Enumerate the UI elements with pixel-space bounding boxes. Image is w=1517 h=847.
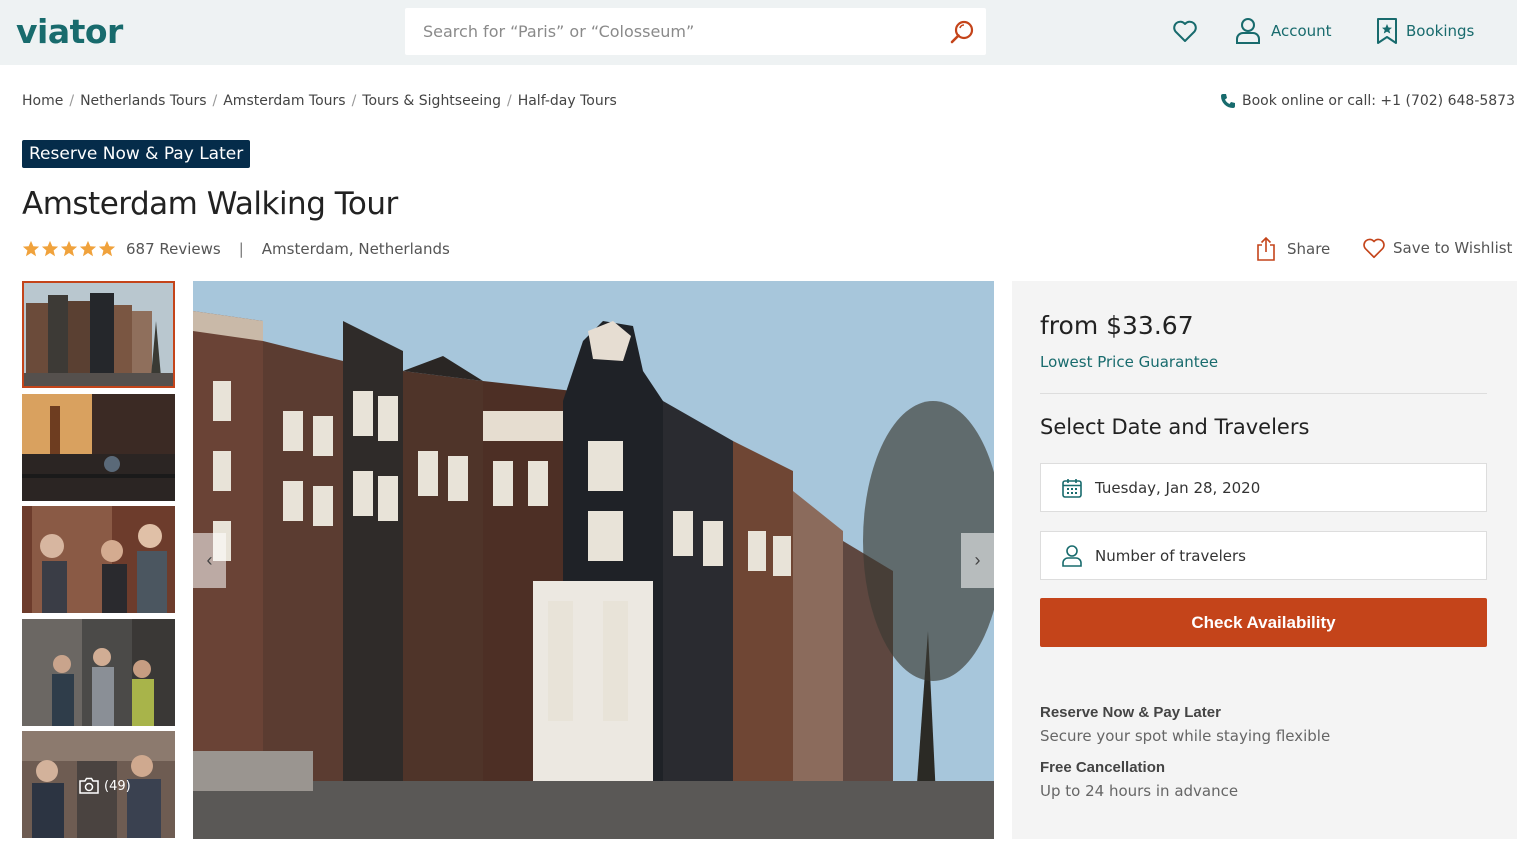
free-cancellation-subtitle: Up to 24 hours in advance [1040,782,1239,800]
thumbnail-5[interactable]: (49) [22,731,175,838]
traveler-icon [1062,544,1082,567]
account-link[interactable]: Account [1235,16,1332,46]
account-icon [1236,18,1260,44]
booking-panel: from $33.67 Lowest Price Guarantee Selec… [1012,281,1517,839]
calendar-icon [1062,478,1082,498]
free-cancellation-title: Free Cancellation [1040,759,1166,776]
select-date-travelers-heading: Select Date and Travelers [1040,415,1310,439]
star-icon [60,240,78,257]
travelers-selector[interactable]: Number of travelers [1040,531,1487,580]
phone-contact[interactable]: Book online or call: +1 (702) 648-5873 [1220,93,1515,109]
bookings-icon [1377,18,1397,44]
location-text: Amsterdam, Netherlands [261,240,450,258]
reserve-pay-later-title: Reserve Now & Pay Later [1040,704,1221,721]
bookings-link[interactable]: Bookings [1376,16,1474,46]
breadcrumb: Home / Netherlands Tours / Amsterdam Tou… [22,93,617,109]
camera-icon [79,777,99,794]
account-label: Account [1271,22,1332,40]
panel-divider [1040,393,1487,394]
price: from $33.67 [1040,311,1194,340]
photo-count-label: (49) [104,778,131,794]
lowest-price-guarantee-link[interactable]: Lowest Price Guarantee [1040,353,1218,371]
phone-text: Book online or call: +1 (702) 648-5873 [1241,93,1515,109]
chevron-left-icon: ‹ [206,550,213,570]
photo-count[interactable]: (49) [78,777,131,795]
breadcrumb-separator: / [351,93,357,109]
star-icon [98,240,116,257]
travelers-placeholder: Number of travelers [1095,546,1246,565]
phone-icon [1220,94,1235,108]
chevron-right-icon: › [974,550,981,570]
breadcrumb-half-day-tours[interactable]: Half-day Tours [518,93,617,109]
bookings-label: Bookings [1406,22,1475,40]
rating-row: 687 Reviews | Amsterdam, Netherlands [22,238,450,260]
share-button[interactable]: Share [1255,236,1330,262]
thumbnail-2[interactable] [22,394,175,501]
heart-icon [1363,238,1385,259]
thumbnail-3[interactable] [22,506,175,613]
next-photo-button[interactable]: › [961,533,994,588]
wishlist-label: Save to Wishlist [1393,239,1513,257]
main-photo: ‹ › [193,281,994,839]
thumbnail-4[interactable] [22,619,175,726]
breadcrumb-home[interactable]: Home [22,93,63,109]
viator-logo[interactable]: viator [16,12,123,51]
breadcrumb-separator: / [212,93,218,109]
reviews-link[interactable]: 687 Reviews [126,240,221,258]
meta-divider: | [238,240,244,258]
share-icon [1257,236,1275,261]
site-header: viator Account Bookings [0,0,1517,65]
search-box [405,8,986,55]
star-icon [41,240,59,257]
search-icon[interactable] [950,19,976,45]
breadcrumb-tours-sightseeing[interactable]: Tours & Sightseeing [362,93,501,109]
product-title: Amsterdam Walking Tour [22,186,398,222]
date-value: Tuesday, Jan 28, 2020 [1095,478,1261,497]
breadcrumb-amsterdam-tours[interactable]: Amsterdam Tours [223,93,345,109]
star-icon [79,240,97,257]
wishlist-heart-icon[interactable] [1172,18,1198,44]
reserve-now-badge: Reserve Now & Pay Later [22,140,251,168]
save-to-wishlist-button[interactable]: Save to Wishlist [1362,236,1512,260]
star-icon [22,240,40,257]
date-picker[interactable]: Tuesday, Jan 28, 2020 [1040,463,1487,512]
breadcrumb-separator: / [506,93,512,109]
reserve-pay-later-subtitle: Secure your spot while staying flexible [1040,727,1331,745]
check-availability-button[interactable]: Check Availability [1040,598,1487,647]
search-input[interactable] [405,8,935,55]
share-label: Share [1287,240,1331,258]
breadcrumb-separator: / [69,93,75,109]
thumbnail-1[interactable] [22,281,175,388]
previous-photo-button[interactable]: ‹ [193,533,226,588]
breadcrumb-netherlands-tours[interactable]: Netherlands Tours [80,93,206,109]
star-rating [22,240,116,258]
